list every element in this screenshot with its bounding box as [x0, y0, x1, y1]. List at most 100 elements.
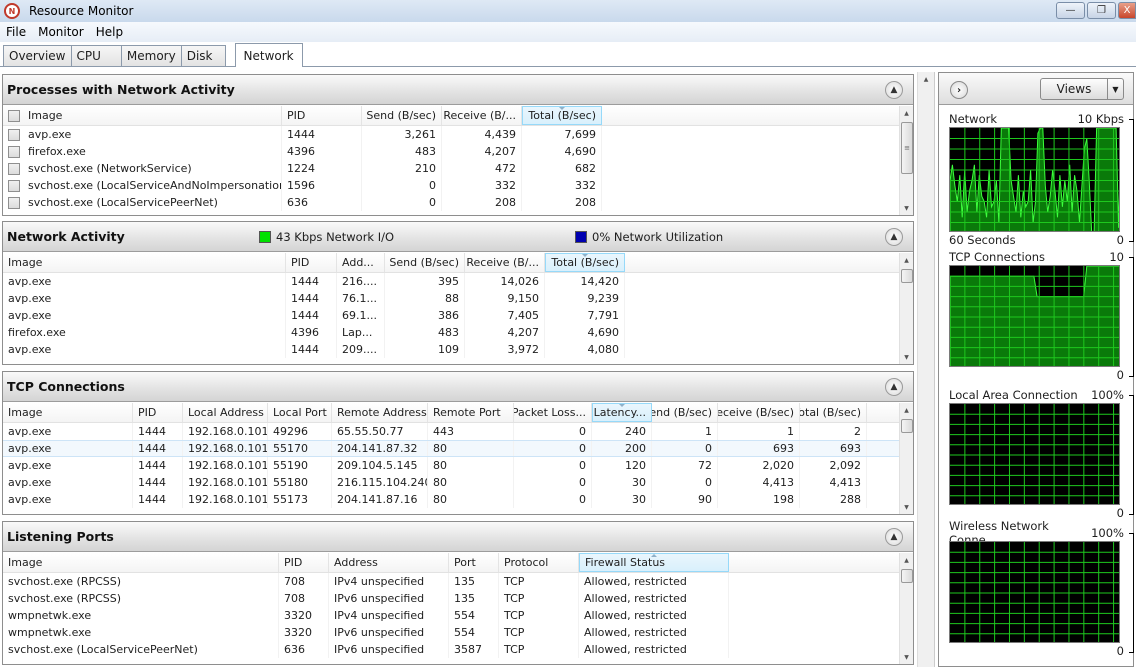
scroll-up-icon[interactable]: ▲: [900, 253, 913, 267]
row-checkbox[interactable]: [8, 162, 20, 175]
column-header[interactable]: Remote Address: [332, 403, 428, 422]
column-header[interactable]: Local Port: [268, 403, 332, 422]
table-cell: TCP: [499, 590, 579, 607]
column-header[interactable]: PID: [286, 253, 337, 272]
table-row[interactable]: svchost.exe (RPCSS) 708 IPv6 unspecified 13…: [3, 590, 899, 607]
views-dropdown[interactable]: Views ▼: [1040, 78, 1124, 100]
column-header[interactable]: Image: [3, 403, 133, 422]
scroll-up-icon[interactable]: ▲: [900, 553, 913, 567]
toggle-sidebar-button[interactable]: ›: [950, 81, 968, 99]
table-row[interactable]: svchost.exe (LocalServicePeerNet) 636 0 208…: [3, 194, 899, 211]
network-io-text: 43 Kbps Network I/O: [276, 229, 395, 244]
tcp-connections-header[interactable]: TCP Connections ▲: [3, 372, 913, 402]
column-header[interactable]: PID: [279, 553, 329, 572]
column-header[interactable]: Send (B/sec): [362, 106, 442, 125]
table-row[interactable]: svchost.exe (RPCSS) 708 IPv4 unspecified 13…: [3, 573, 899, 590]
column-header[interactable]: Port: [449, 553, 499, 572]
column-header[interactable]: Total (B/sec): [545, 253, 625, 272]
collapse-network-activity-button[interactable]: ▲: [885, 228, 903, 246]
tab-overview[interactable]: Overview: [3, 45, 72, 66]
menu-file[interactable]: File: [0, 25, 32, 39]
collapse-listening-button[interactable]: ▲: [885, 528, 903, 546]
restore-button[interactable]: ❐: [1087, 2, 1116, 19]
table-row[interactable]: avp.exe 1444 192.168.0.101 55170 204.141.87.…: [3, 440, 899, 457]
scroll-up-icon[interactable]: ▲: [900, 403, 913, 417]
listening-scrollbar[interactable]: ▲ ▼: [899, 553, 913, 664]
row-checkbox[interactable]: [8, 196, 20, 209]
column-header[interactable]: Image: [3, 253, 286, 272]
column-header[interactable]: Receive (B/...: [442, 106, 522, 125]
column-header[interactable]: Firewall Status: [579, 553, 729, 572]
tab-cpu[interactable]: CPU: [70, 45, 122, 66]
table-row[interactable]: wmpnetwk.exe 3320 IPv6 unspecified 554 TCP Al…: [3, 624, 899, 641]
table-row[interactable]: firefox.exe 4396 483 4,207 4,690: [3, 143, 899, 160]
column-header[interactable]: Image: [3, 106, 282, 125]
column-header[interactable]: PID: [282, 106, 362, 125]
row-checkbox[interactable]: [8, 128, 20, 141]
column-header[interactable]: Total (B/sec): [800, 403, 867, 422]
menu-monitor[interactable]: Monitor: [32, 25, 90, 39]
row-checkbox[interactable]: [8, 179, 20, 192]
column-header[interactable]: Remote Port: [428, 403, 514, 422]
table-cell: 210: [362, 160, 442, 177]
menu-help[interactable]: Help: [90, 25, 129, 39]
main-scrollbar[interactable]: ▲: [917, 72, 935, 667]
scroll-up-icon[interactable]: ▲: [900, 106, 913, 120]
scroll-down-icon[interactable]: ▼: [900, 650, 913, 664]
collapse-tcp-button[interactable]: ▲: [885, 378, 903, 396]
table-row[interactable]: wmpnetwk.exe 3320 IPv4 unspecified 554 TCP Al…: [3, 607, 899, 624]
scroll-thumb[interactable]: ≡: [901, 122, 913, 174]
table-row[interactable]: avp.exe 1444 192.168.0.101 55173 204.141.87.…: [3, 491, 899, 508]
table-row[interactable]: svchost.exe (LocalServicePeerNet) 636 IPv6…: [3, 641, 899, 658]
scroll-down-icon[interactable]: ▼: [900, 500, 913, 514]
row-checkbox[interactable]: [8, 145, 20, 158]
column-header[interactable]: Address: [329, 553, 449, 572]
column-header[interactable]: Add...: [337, 253, 385, 272]
network-activity-header[interactable]: Network Activity 43 Kbps Network I/O 0% …: [3, 222, 913, 252]
column-header[interactable]: Send (B/sec): [385, 253, 465, 272]
scroll-down-icon[interactable]: ▼: [900, 350, 913, 364]
column-header[interactable]: Protocol: [499, 553, 579, 572]
column-header[interactable]: Latency...: [592, 403, 652, 422]
tab-network[interactable]: Network: [234, 43, 303, 67]
table-row[interactable]: firefox.exe 4396 Lap... 483 4,207 4,690: [3, 324, 899, 341]
table-row[interactable]: avp.exe 1444 216.... 395 14,026 14,420: [3, 273, 899, 290]
tcp-scrollbar[interactable]: ▲ ▼: [899, 403, 913, 514]
scroll-down-icon[interactable]: ▼: [900, 201, 913, 215]
table-row[interactable]: avp.exe 1444 192.168.0.101 55180 216.115.104…: [3, 474, 899, 491]
column-header[interactable]: Image: [3, 553, 279, 572]
minimize-button[interactable]: —: [1056, 2, 1085, 19]
processes-scrollbar[interactable]: ▲ ≡ ▼: [899, 106, 913, 215]
listening-ports-header[interactable]: Listening Ports ▲: [3, 522, 913, 552]
table-row[interactable]: avp.exe 1444 3,261 4,439 7,699: [3, 126, 899, 143]
column-header[interactable]: Total (B/sec): [522, 106, 602, 125]
table-row[interactable]: avp.exe 1444 192.168.0.101 49296 65.55.50.77…: [3, 423, 899, 440]
column-header[interactable]: Receive (B/...: [465, 253, 545, 272]
column-header[interactable]: Local Address: [183, 403, 268, 422]
close-button[interactable]: X: [1118, 2, 1136, 19]
select-all-checkbox[interactable]: [8, 109, 20, 122]
scroll-thumb[interactable]: [901, 569, 913, 583]
network-activity-scrollbar[interactable]: ▲ ▼: [899, 253, 913, 364]
table-row[interactable]: avp.exe 1444 69.1... 386 7,405 7,791: [3, 307, 899, 324]
cell-text: 80: [433, 476, 447, 489]
table-row[interactable]: svchost.exe (LocalServiceAndNoImpersonat…: [3, 177, 899, 194]
chevron-right-icon: ›: [956, 84, 962, 96]
column-header[interactable]: Send (B/sec): [652, 403, 718, 422]
tab-memory[interactable]: Memory: [120, 45, 182, 66]
collapse-processes-button[interactable]: ▲: [885, 81, 903, 99]
table-row[interactable]: avp.exe 1444 192.168.0.101 55190 209.104.5.1…: [3, 457, 899, 474]
table-row[interactable]: svchost.exe (NetworkService) 1224 210 472 68…: [3, 160, 899, 177]
scroll-up-icon[interactable]: ▲: [918, 72, 934, 86]
column-header[interactable]: Receive (B/sec): [718, 403, 800, 422]
cell-text: avp.exe: [8, 275, 52, 288]
cell-text: 55170: [273, 442, 308, 455]
table-row[interactable]: avp.exe 1444 76.1... 88 9,150 9,239: [3, 290, 899, 307]
tab-disk[interactable]: Disk: [180, 45, 226, 66]
column-header[interactable]: Packet Loss...: [514, 403, 592, 422]
processes-header[interactable]: Processes with Network Activity ▲: [3, 75, 913, 105]
scroll-thumb[interactable]: [901, 419, 913, 433]
table-row[interactable]: avp.exe 1444 209.... 109 3,972 4,080: [3, 341, 899, 358]
scroll-thumb[interactable]: [901, 269, 913, 283]
column-header[interactable]: PID: [133, 403, 183, 422]
